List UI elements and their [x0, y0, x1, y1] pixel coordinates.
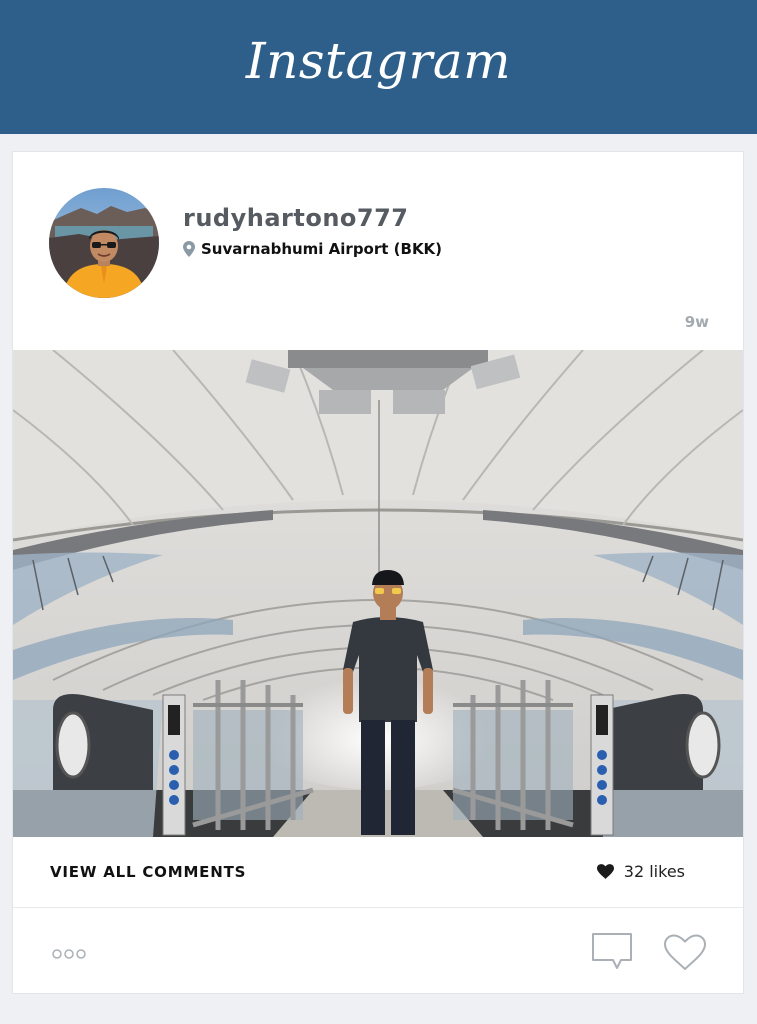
post-photo[interactable]: [13, 350, 743, 837]
post-timestamp: 9w: [684, 313, 709, 331]
username[interactable]: rudyhartono777: [183, 204, 409, 232]
actions-row: [13, 908, 743, 994]
more-dots-icon[interactable]: [51, 948, 87, 960]
heart-filled-icon: [596, 864, 614, 879]
post-card: rudyhartono777 Suvarnabhumi Airport (BKK…: [12, 151, 744, 994]
location-pin-icon: [183, 241, 195, 257]
comments-row: VIEW ALL COMMENTS 32 likes: [13, 837, 743, 908]
heart-outline-icon[interactable]: [663, 934, 707, 972]
comment-icon[interactable]: [591, 932, 633, 972]
location[interactable]: Suvarnabhumi Airport (BKK): [183, 240, 442, 258]
avatar[interactable]: [49, 188, 159, 298]
view-all-comments-link[interactable]: VIEW ALL COMMENTS: [50, 863, 246, 881]
likes-label: 32 likes: [623, 862, 685, 881]
app-header: Instagram: [0, 0, 757, 134]
location-label: Suvarnabhumi Airport (BKK): [201, 240, 443, 258]
instagram-logo[interactable]: Instagram: [246, 32, 511, 90]
likes-count[interactable]: 32 likes: [596, 862, 685, 881]
